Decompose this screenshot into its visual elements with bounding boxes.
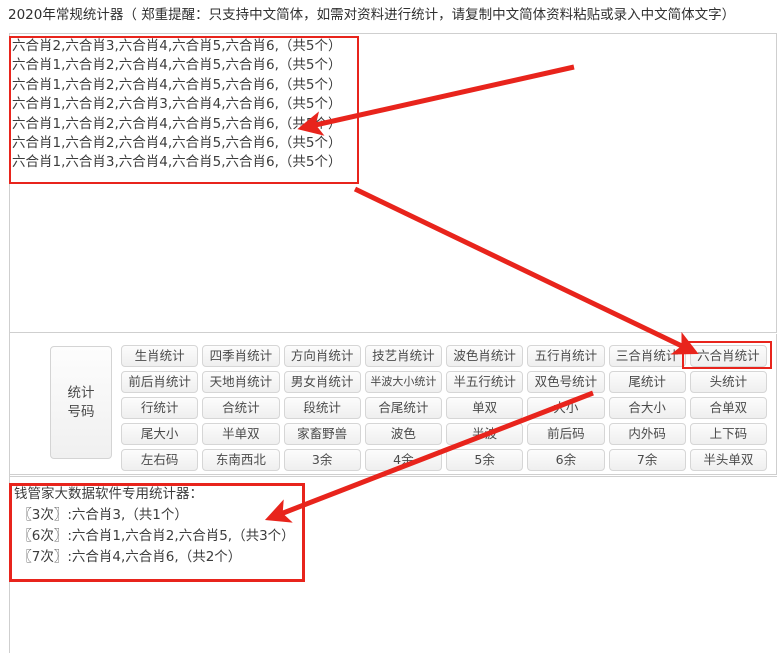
statistics-button[interactable]: 尾大小: [121, 423, 199, 445]
statistics-button[interactable]: 段统计: [283, 397, 361, 419]
page-title-year: 2020年: [8, 7, 56, 23]
statistics-button[interactable]: 波色: [364, 423, 442, 445]
statistics-button[interactable]: 单双: [446, 397, 524, 419]
statistics-button[interactable]: 半波大小统计: [364, 371, 442, 393]
page-title-rest: 常规统计器（ 郑重提醒：只支持中文简体，如需对资料进行统计，请复制中文简体资料粘…: [55, 7, 736, 23]
statistics-button[interactable]: 左右码: [121, 449, 199, 471]
statistics-button[interactable]: 波色肖统计: [446, 345, 524, 367]
statistics-number-button-line1: 统计: [67, 384, 95, 401]
result-text-content: 钱管家大数据软件专用统计器： 〖3次〗:六合肖3,（共1个） 〖6次〗:六合肖1…: [14, 486, 295, 565]
statistics-button[interactable]: 尾统计: [608, 371, 686, 393]
statistics-button[interactable]: 上下码: [689, 423, 767, 445]
statistics-button[interactable]: 4余: [364, 449, 442, 471]
statistics-button[interactable]: 内外码: [608, 423, 686, 445]
statistics-button[interactable]: 六合肖统计: [689, 345, 767, 367]
statistics-button[interactable]: 5余: [446, 449, 524, 471]
statistics-button[interactable]: 大小: [527, 397, 605, 419]
statistics-button[interactable]: 五行肖统计: [527, 345, 605, 367]
statistics-button[interactable]: 6余: [527, 449, 605, 471]
statistics-button[interactable]: 四季肖统计: [202, 345, 280, 367]
statistics-button[interactable]: 合统计: [202, 397, 280, 419]
statistics-button[interactable]: 男女肖统计: [283, 371, 361, 393]
input-text-content[interactable]: 六合肖2,六合肖3,六合肖4,六合肖5,六合肖6,（共5个） 六合肖1,六合肖2…: [12, 37, 362, 173]
statistics-button-row: 生肖统计 四季肖统计 方向肖统计 技艺肖统计 波色肖统计 五行肖统计 三合肖统计 六合肖统计: [121, 345, 771, 367]
statistics-button-row: 行统计 合统计 段统计 合尾统计 单双 大小 合大小 合单双: [121, 397, 771, 419]
statistics-button[interactable]: 行统计: [121, 397, 199, 419]
page-title: 2020年常规统计器（ 郑重提醒：只支持中文简体，如需对资料进行统计，请复制中文…: [8, 6, 735, 24]
statistics-button-grid: 生肖统计 四季肖统计 方向肖统计 技艺肖统计 波色肖统计 五行肖统计 三合肖统计 六合肖统计前…: [121, 345, 771, 475]
statistics-button-row: 尾大小 半单双 家畜野兽 波色 半波 前后码 内外码 上下码: [121, 423, 771, 445]
statistics-button[interactable]: 东南西北: [202, 449, 280, 471]
statistics-button-row: 前后肖统计 天地肖统计 男女肖统计 半波大小统计 半五行统计 双色号统计 尾统计 头统计: [121, 371, 771, 393]
statistics-button[interactable]: 7余: [608, 449, 686, 471]
result-output-area[interactable]: 钱管家大数据软件专用统计器： 〖3次〗:六合肖3,（共1个） 〖6次〗:六合肖1…: [9, 476, 777, 653]
statistics-button[interactable]: 半波: [446, 423, 524, 445]
statistics-button[interactable]: 方向肖统计: [283, 345, 361, 367]
statistics-button[interactable]: 头统计: [689, 371, 767, 393]
statistics-number-button-line2: 号码: [67, 403, 95, 420]
statistics-button[interactable]: 天地肖统计: [202, 371, 280, 393]
statistics-number-button[interactable]: 统计 号码: [50, 346, 112, 459]
statistics-button[interactable]: 合尾统计: [364, 397, 442, 419]
statistics-button-panel: 统计 号码 生肖统计 四季肖统计 方向肖统计 技艺肖统计 波色肖统计 五行肖统计 三合肖统计…: [9, 334, 777, 475]
statistics-button[interactable]: 生肖统计: [121, 345, 199, 367]
statistics-button[interactable]: 合大小: [608, 397, 686, 419]
statistics-button-row: 左右码 东南西北 3余 4余 5余 6余 7余 半头单双: [121, 449, 771, 471]
statistics-button[interactable]: 合单双: [689, 397, 767, 419]
statistics-button[interactable]: 前后肖统计: [121, 371, 199, 393]
statistics-button[interactable]: 技艺肖统计: [364, 345, 442, 367]
statistics-button[interactable]: 半头单双: [689, 449, 767, 471]
data-input-area[interactable]: 六合肖2,六合肖3,六合肖4,六合肖5,六合肖6,（共5个） 六合肖1,六合肖2…: [9, 33, 777, 333]
statistics-button[interactable]: 半五行统计: [446, 371, 524, 393]
statistics-button[interactable]: 前后码: [527, 423, 605, 445]
statistics-button[interactable]: 家畜野兽: [283, 423, 361, 445]
statistics-button[interactable]: 双色号统计: [527, 371, 605, 393]
statistics-button[interactable]: 半单双: [202, 423, 280, 445]
statistics-button[interactable]: 3余: [283, 449, 361, 471]
statistics-button[interactable]: 三合肖统计: [608, 345, 686, 367]
